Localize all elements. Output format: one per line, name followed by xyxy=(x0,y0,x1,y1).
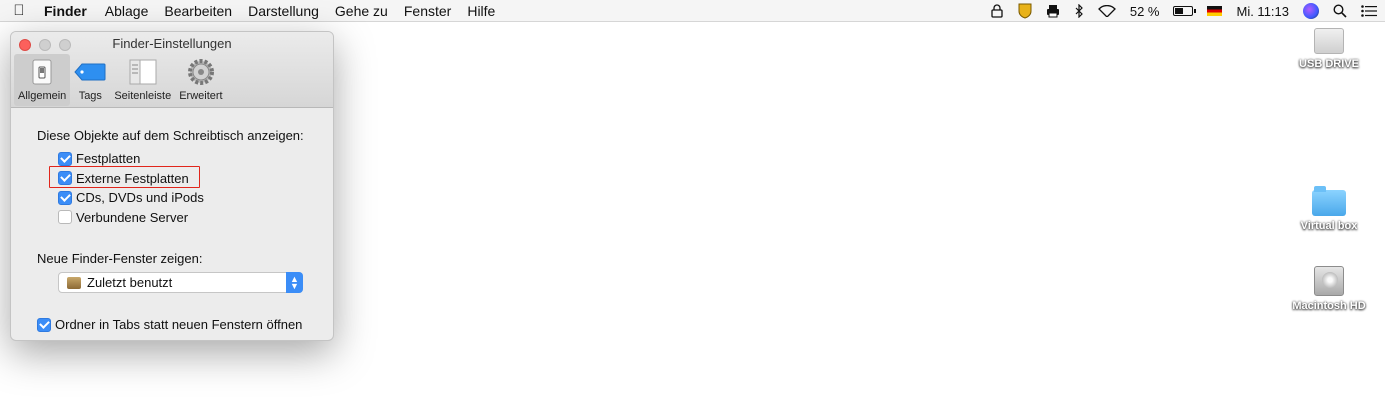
general-settings-panel: Diese Objekte auf dem Schreibtisch anzei… xyxy=(11,108,333,335)
menu-darstellung[interactable]: Darstellung xyxy=(240,0,327,22)
desktop-icon-virtual-box[interactable]: Virtual box xyxy=(1284,186,1374,232)
annotation-highlight-box xyxy=(49,166,200,188)
switch-icon xyxy=(26,57,58,87)
shield-icon[interactable] xyxy=(1018,0,1032,22)
new-window-select[interactable]: Zuletzt benutzt ▲ ▼ xyxy=(58,272,303,293)
window-titlebar: Finder-Einstellungen Allgemein Tags Seit… xyxy=(11,32,333,108)
desktop-icon-usb-drive[interactable]: USB DRIVE xyxy=(1284,28,1374,70)
recents-icon xyxy=(67,276,81,289)
checkbox-checked-icon[interactable] xyxy=(58,151,72,166)
tab-seitenleiste-label: Seitenleiste xyxy=(114,90,172,102)
clock[interactable]: Mi. 11:13 xyxy=(1236,0,1289,22)
gear-icon xyxy=(185,57,217,87)
checkbox-label: CDs, DVDs und iPods xyxy=(76,190,204,206)
apple-menu-icon[interactable]:  xyxy=(0,2,38,19)
tab-erweitert-label: Erweitert xyxy=(179,90,223,102)
checkbox-unchecked-icon[interactable] xyxy=(58,210,72,225)
desktop-items-heading: Diese Objekte auf dem Schreibtisch anzei… xyxy=(37,128,304,143)
menu-bearbeiten[interactable]: Bearbeiten xyxy=(156,0,240,22)
checkbox-label: Festplatten xyxy=(76,151,141,167)
spotlight-search-icon[interactable] xyxy=(1333,0,1347,22)
checkbox-label: Verbundene Server xyxy=(76,209,189,225)
battery-icon[interactable] xyxy=(1173,0,1197,22)
window-title: Finder-Einstellungen xyxy=(112,36,232,51)
usb-drive-icon xyxy=(1314,28,1344,54)
new-window-heading: Neue Finder-Fenster zeigen: xyxy=(37,251,203,266)
finder-preferences-window: Finder-Einstellungen Allgemein Tags Seit… xyxy=(10,31,334,341)
tag-icon xyxy=(74,57,106,87)
german-flag-input-icon[interactable] xyxy=(1207,0,1223,22)
sidebar-icon xyxy=(127,57,159,87)
folder-icon xyxy=(1312,186,1346,216)
lock-icon[interactable] xyxy=(990,0,1004,22)
menu-gehe-zu[interactable]: Gehe zu xyxy=(327,0,396,22)
desktop-icon-label: USB DRIVE xyxy=(1299,58,1359,70)
menu-bar:  Finder Ablage Bearbeiten Darstellung G… xyxy=(0,0,1385,22)
notification-center-icon[interactable] xyxy=(1361,0,1377,22)
new-window-select-value: Zuletzt benutzt xyxy=(87,275,173,290)
hard-drive-icon xyxy=(1314,266,1344,296)
menu-hilfe[interactable]: Hilfe xyxy=(459,0,503,22)
desktop-icon-label: Virtual box xyxy=(1300,220,1358,232)
wifi-icon[interactable] xyxy=(1097,0,1116,22)
checkbox-cds-dvds-ipods[interactable]: CDs, DVDs und iPods xyxy=(37,188,333,208)
popup-chevron-icon: ▲ ▼ xyxy=(286,272,303,293)
menu-fenster[interactable]: Fenster xyxy=(396,0,459,22)
menu-ablage[interactable]: Ablage xyxy=(97,0,157,22)
checkbox-open-in-tabs[interactable]: Ordner in Tabs statt neuen Fenstern öffn… xyxy=(37,315,333,335)
tab-erweitert[interactable]: Erweitert xyxy=(175,54,226,106)
tab-seitenleiste[interactable]: Seitenleiste xyxy=(110,54,175,106)
tab-tags-label: Tags xyxy=(78,90,102,102)
checkbox-checked-icon[interactable] xyxy=(37,317,51,332)
checkbox-verbundene-server[interactable]: Verbundene Server xyxy=(37,208,333,228)
desktop-icon-label: Macintosh HD xyxy=(1292,300,1366,312)
tab-allgemein[interactable]: Allgemein xyxy=(14,54,71,106)
tab-allgemein-label: Allgemein xyxy=(18,90,67,102)
desktop-icon-macintosh-hd[interactable]: Macintosh HD xyxy=(1284,266,1374,312)
checkbox-checked-icon[interactable] xyxy=(58,190,72,205)
battery-percent[interactable]: 52 % xyxy=(1130,0,1160,22)
siri-icon[interactable] xyxy=(1303,0,1319,22)
preferences-toolbar: Allgemein Tags Seitenleiste Erweitert xyxy=(14,54,227,106)
checkbox-label: Ordner in Tabs statt neuen Fenstern öffn… xyxy=(55,317,303,333)
tab-tags[interactable]: Tags xyxy=(70,54,110,106)
menu-app-finder[interactable]: Finder xyxy=(38,0,97,22)
printer-icon[interactable] xyxy=(1046,0,1060,22)
bluetooth-icon[interactable] xyxy=(1074,0,1084,22)
